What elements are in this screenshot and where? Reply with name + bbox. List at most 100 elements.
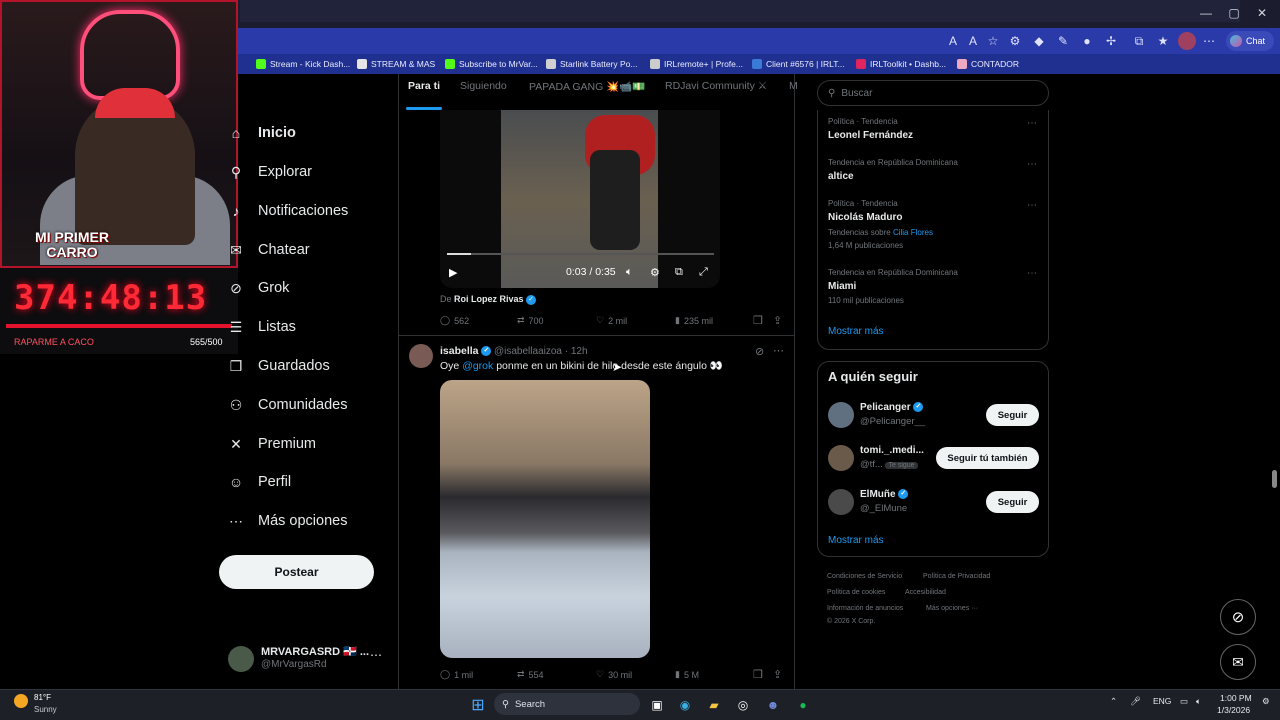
microphone-icon[interactable]: 🎤︎: [1130, 696, 1141, 707]
minimize-icon[interactable]: —: [1196, 4, 1216, 22]
profile-avatar-icon[interactable]: [1178, 32, 1196, 50]
favorites-icon[interactable]: ★: [1154, 32, 1172, 50]
extensions-puzzle-icon[interactable]: ✢: [1102, 32, 1120, 50]
taskbar-search[interactable]: ⚲ Search: [494, 693, 640, 715]
play-icon[interactable]: ▶: [449, 266, 457, 279]
footer-terms[interactable]: Condiciones de Servicio: [827, 573, 902, 580]
messages-fab-icon[interactable]: ✉: [1220, 644, 1256, 680]
tweet-mention[interactable]: @grok: [462, 360, 493, 372]
speaker-icon[interactable]: 🔈︎: [1196, 696, 1201, 707]
footer-cookies[interactable]: Política de cookies: [827, 589, 885, 596]
bookmark-item[interactable]: CONTADOR: [957, 55, 1019, 73]
settings-gear-icon[interactable]: ⚙: [650, 266, 660, 279]
follow-back-button[interactable]: Seguir tú también: [936, 447, 1039, 469]
extension-icon[interactable]: ⚙: [1006, 32, 1024, 50]
bookmark-icon[interactable]: ❒: [753, 314, 763, 327]
like-action[interactable]: ♡ 2 mil: [596, 315, 627, 326]
weather-temp[interactable]: 81°F: [34, 693, 51, 702]
task-view-icon[interactable]: ▣: [646, 694, 668, 716]
fullscreen-icon[interactable]: ⤢: [699, 266, 708, 279]
grok-explain-icon[interactable]: ⊘: [755, 345, 764, 358]
nav-item-guardados[interactable]: ❒ Guardados: [228, 353, 330, 379]
read-aloud-icon[interactable]: A: [944, 32, 962, 50]
account-avatar[interactable]: [228, 646, 254, 672]
favorite-star-icon[interactable]: ☆: [984, 32, 1002, 50]
follow-name[interactable]: Pelicanger ✓: [860, 402, 924, 413]
trend-name[interactable]: Leonel Fernández: [828, 130, 913, 141]
bookmark-item[interactable]: IRLToolkit • Dashb...: [856, 55, 946, 73]
nav-item-explorar[interactable]: ⚲ Explorar: [228, 159, 312, 185]
attribution-name[interactable]: Roi Lopez Rivas: [454, 294, 524, 304]
bookmark-item[interactable]: Stream - Kick Dash...: [256, 55, 350, 73]
windows-start-icon[interactable]: ⊞: [467, 694, 489, 716]
notifications-icon[interactable]: ⚙: [1262, 696, 1270, 707]
follow-button[interactable]: Seguir: [986, 404, 1039, 426]
footer-more-options[interactable]: Más opciones ···: [926, 605, 978, 612]
trend-related-link[interactable]: Cilia Flores: [893, 228, 933, 237]
footer-accessibility[interactable]: Accesibilidad: [905, 589, 946, 596]
nav-item-notificaciones[interactable]: ♪ Notificaciones: [228, 198, 349, 224]
menu-dots-icon[interactable]: ⋯: [1200, 32, 1218, 50]
follow-name[interactable]: ElMuñe ✓: [860, 489, 909, 500]
nav-item-perfil[interactable]: ☺ Perfil: [228, 469, 291, 495]
trend-more-icon[interactable]: ⋯: [1027, 159, 1037, 170]
video-progress-track[interactable]: [447, 253, 714, 255]
nav-item-grok[interactable]: ⊘ Grok: [228, 275, 289, 301]
views-action[interactable]: ▮ 235 mil: [675, 315, 713, 326]
obs-icon[interactable]: ◎: [732, 694, 754, 716]
views-action[interactable]: ▮ 5 M: [675, 669, 699, 680]
reply-action[interactable]: ◯ 1 mil: [440, 669, 473, 680]
bookmark-item[interactable]: STREAM & MAS: [357, 55, 435, 73]
nav-item-chatear[interactable]: ✉ Chatear: [228, 237, 309, 263]
language-indicator[interactable]: ENG: [1153, 696, 1171, 706]
copilot-button[interactable]: Chat: [1226, 31, 1274, 51]
clock-time[interactable]: 1:00 PM: [1220, 693, 1252, 703]
nav-item-listas[interactable]: ☰ Listas: [228, 314, 296, 340]
edge-icon[interactable]: ◉: [674, 694, 696, 716]
extension-pen-icon[interactable]: ✎: [1054, 32, 1072, 50]
split-screen-icon[interactable]: ⧉: [1130, 32, 1148, 50]
file-explorer-icon[interactable]: ▰: [703, 694, 725, 716]
follow-name[interactable]: tomi._.medi...: [860, 445, 924, 456]
tab-rdjavi-community[interactable]: RDJavi Community ⚔: [665, 80, 767, 106]
follow-avatar[interactable]: [828, 445, 854, 471]
trend-name[interactable]: Nicolás Maduro: [828, 212, 902, 223]
weather-sun-icon[interactable]: [14, 694, 28, 708]
tweet-handle[interactable]: @isabellaaizoa · 12h: [494, 346, 588, 357]
tweet-author-name[interactable]: isabella ✓: [440, 345, 492, 357]
repost-action[interactable]: ⇄ 700: [517, 315, 544, 326]
spotify-icon[interactable]: ●: [792, 694, 814, 716]
bookmark-item[interactable]: IRLremote+ | Profe...: [650, 55, 743, 73]
bookmark-item[interactable]: Client #6576 | IRLT...: [752, 55, 845, 73]
tweet-image[interactable]: [440, 380, 650, 658]
video-attribution[interactable]: De Roi Lopez Rivas ✓: [440, 294, 537, 305]
like-action[interactable]: ♡ 30 mil: [596, 669, 632, 680]
nav-item-comunidades[interactable]: ⚇ Comunidades: [228, 392, 348, 418]
text-size-icon[interactable]: A: [964, 32, 982, 50]
maximize-icon[interactable]: ▢: [1224, 4, 1244, 22]
tab-siguiendo[interactable]: Siguiendo: [460, 80, 507, 106]
follow-avatar[interactable]: [828, 402, 854, 428]
clock-date[interactable]: 1/3/2026: [1217, 705, 1250, 715]
picture-in-picture-icon[interactable]: ⧉: [675, 266, 683, 279]
network-icon[interactable]: ▭: [1180, 696, 1188, 707]
follow-show-more[interactable]: Mostrar más: [828, 535, 884, 546]
trend-name[interactable]: Miami: [828, 281, 856, 292]
close-icon[interactable]: ✕: [1252, 4, 1272, 22]
extension-diamond-icon[interactable]: ◆: [1030, 32, 1048, 50]
footer-ads-info[interactable]: Información de anuncios: [827, 605, 903, 612]
trend-name[interactable]: altice: [828, 171, 854, 182]
trend-more-icon[interactable]: ⋯: [1027, 118, 1037, 129]
tab-papada-gang[interactable]: PAPADA GANG 💥📹💵: [529, 80, 645, 106]
volume-icon[interactable]: 🔈︎: [626, 266, 633, 279]
tray-chevron-icon[interactable]: ⌃: [1110, 696, 1117, 707]
grok-fab-icon[interactable]: ⊘: [1220, 599, 1256, 635]
follow-button[interactable]: Seguir: [986, 491, 1039, 513]
account-name[interactable]: MRVARGASRD 🇩🇴 ...: [261, 645, 369, 658]
search-input[interactable]: ⚲ Buscar: [817, 80, 1049, 106]
account-more-icon[interactable]: ⋯: [370, 648, 382, 662]
tweet-avatar[interactable]: [409, 344, 433, 368]
nav-item-premium[interactable]: ✕ Premium: [228, 431, 316, 457]
page-scrollbar[interactable]: [1272, 470, 1277, 488]
tab-para-ti[interactable]: Para ti: [408, 80, 440, 106]
